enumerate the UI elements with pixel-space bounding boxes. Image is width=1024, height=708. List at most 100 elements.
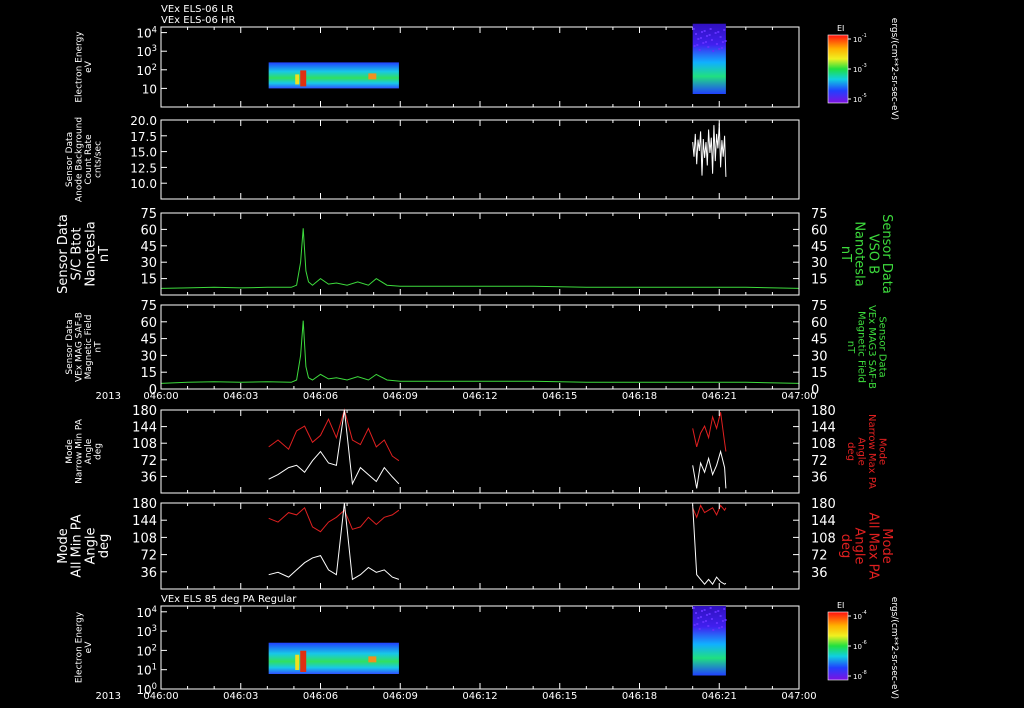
y-axis-label-right-line: deg: [845, 442, 856, 461]
y-tick-label: 36: [140, 566, 157, 581]
spectrogram-block: [268, 62, 399, 89]
y-axis-label-line: eV: [84, 60, 94, 73]
spectrogram-speckle: [702, 621, 705, 623]
y-tick-label-right: 180: [811, 404, 836, 419]
panel-anode_bg: [160, 119, 800, 200]
colorbar: [827, 611, 849, 681]
spectrogram-speckle: [698, 49, 701, 51]
y-axis-label-line: eV: [84, 641, 94, 654]
time-axis-tick-label: 046:15: [542, 391, 577, 402]
y-tick-label-right: 30: [811, 349, 828, 364]
plot-canvas: VEx ELS-06 LRVEx ELS-06 HR 10 102 103 104 Ele…: [56, 4, 899, 702]
y-axis-label-right-line: VEx MAG3 SAF-B: [866, 305, 877, 389]
y-tick-label-right: 45: [811, 333, 828, 348]
y-tick-label: 108: [132, 437, 157, 452]
panel-all_pa: [160, 502, 800, 590]
spectrogram-speckle: [724, 619, 727, 621]
spectrogram-speckle: [699, 37, 702, 39]
y-axis-label-line: deg: [97, 534, 112, 559]
spectrogram-speckle: [717, 31, 720, 33]
spectrogram-speckle: [708, 34, 711, 36]
spectrogram-speckle: [714, 32, 717, 34]
y-tick-label: 10.0: [130, 177, 157, 191]
spectrogram-speckle: [717, 610, 720, 612]
colorbar-units-label: ergs/(cm**2-sr-sec-eV): [889, 597, 899, 699]
y-axis-label-line: deg: [93, 443, 103, 460]
spectrogram-speckle: [703, 30, 706, 32]
time-axis-year: 2013: [96, 691, 121, 702]
time-axis-tick-label: 047:00: [781, 391, 816, 402]
y-tick-label-right: 75: [811, 207, 828, 222]
y-tick-label-right: 45: [811, 240, 828, 255]
y-tick-label: 45: [140, 240, 157, 255]
spectrogram-speckle: [718, 627, 721, 629]
y-tick-label: 144: [132, 514, 157, 529]
y-tick-label: 108: [132, 531, 157, 546]
y-tick-label: 101: [136, 662, 157, 678]
spectrogram-speckle: [704, 41, 707, 43]
colorbar-tick-label: 10-5: [853, 93, 867, 104]
y-tick-label-right: 30: [811, 256, 828, 271]
y-axis-label-right-line: nT: [838, 246, 853, 262]
spectrogram-speckle: [696, 44, 699, 46]
colorbar: [827, 34, 849, 104]
time-axis-tick-label: 046:09: [383, 691, 418, 702]
panel-narrow_pa: [160, 408, 800, 494]
y-tick-label-right: 144: [811, 421, 836, 436]
y-axis-label-right-line: Sensor Data: [876, 316, 887, 377]
y-tick-label-right: 60: [811, 316, 828, 331]
y-axis-label-line: cnts/sec: [93, 141, 103, 178]
y-tick-label: 17.5: [130, 130, 157, 144]
spectrogram-speckle: [715, 43, 718, 45]
time-axis-tick-label: 047:00: [781, 691, 816, 702]
y-axis-label-right-line: nT: [845, 341, 856, 354]
colorbar-units-label-line: ergs/(cm**2-sr-sec-eV): [889, 18, 899, 120]
time-axis-tick-label: 046:00: [143, 691, 178, 702]
spectrogram-speckle: [707, 625, 710, 627]
y-tick-label: 103: [136, 623, 157, 639]
y-tick-label: 180: [132, 497, 157, 512]
y-tick-label-right: 36: [811, 566, 828, 581]
series-line-narrow_pa-2: [692, 412, 727, 452]
y-axis-label-right: Sensor DataVSO BNanoteslanT: [838, 214, 894, 294]
y-axis-label: Electron Energy eV: [74, 31, 93, 103]
y-tick-label-right: 72: [811, 454, 828, 469]
y-tick-label: 60: [140, 316, 157, 331]
spectrogram-speckle: [714, 611, 717, 613]
y-tick-label-right: 36: [811, 470, 828, 485]
spectrogram-speckle: [707, 46, 710, 48]
spectrogram-speckle: [709, 607, 712, 609]
y-tick-label: 102: [136, 62, 157, 78]
colorbar-tick-label: 10-1: [853, 33, 867, 44]
y-tick-label: 15.0: [130, 146, 157, 160]
y-axis-label-line: nT: [97, 246, 112, 262]
spectrogram-speckle: [702, 42, 705, 44]
y-axis-label: Sensor Data Anode Background Count Rate cnt…: [65, 117, 103, 202]
time-axis-tick-label: 046:09: [383, 391, 418, 402]
spectrogram-speckle: [692, 607, 695, 609]
panel-sc_bmag: [160, 212, 800, 296]
y-tick-label: 30: [140, 349, 157, 364]
spectrogram-speckle: [699, 616, 702, 618]
spectrogram-speckle: [700, 610, 703, 612]
y-tick-label: 15: [140, 366, 157, 381]
spectrogram-speckle: [712, 629, 715, 631]
colorbar-tick-label: 10-3: [853, 63, 867, 74]
spectrogram-speckle: [710, 618, 713, 620]
y-axis-label-right-line: Magnetic Field: [855, 311, 866, 383]
spectrogram-warm-spot: [368, 656, 377, 663]
time-axis-tick-label: 046:21: [702, 691, 737, 702]
y-tick-label: 12.5: [130, 161, 157, 175]
spectrogram-speckle: [705, 614, 708, 616]
spectrogram-speckle: [715, 622, 718, 624]
y-tick-label: 30: [140, 256, 157, 271]
y-axis-label: Electron Energy eV: [74, 611, 93, 683]
colorbar-title: EI: [837, 24, 844, 33]
y-tick-label: 75: [140, 207, 157, 222]
colorbar-units-label: ergs/(cm**2-sr-sec-eV): [889, 18, 899, 120]
y-axis-label-right: ModeAll Max PAAngledeg: [838, 512, 894, 579]
y-tick-label-right: 15: [811, 366, 828, 381]
series-line-all_pa-0: [268, 506, 400, 533]
spectrogram-hot-spot: [300, 650, 307, 672]
spectrogram-speckle: [697, 617, 700, 619]
